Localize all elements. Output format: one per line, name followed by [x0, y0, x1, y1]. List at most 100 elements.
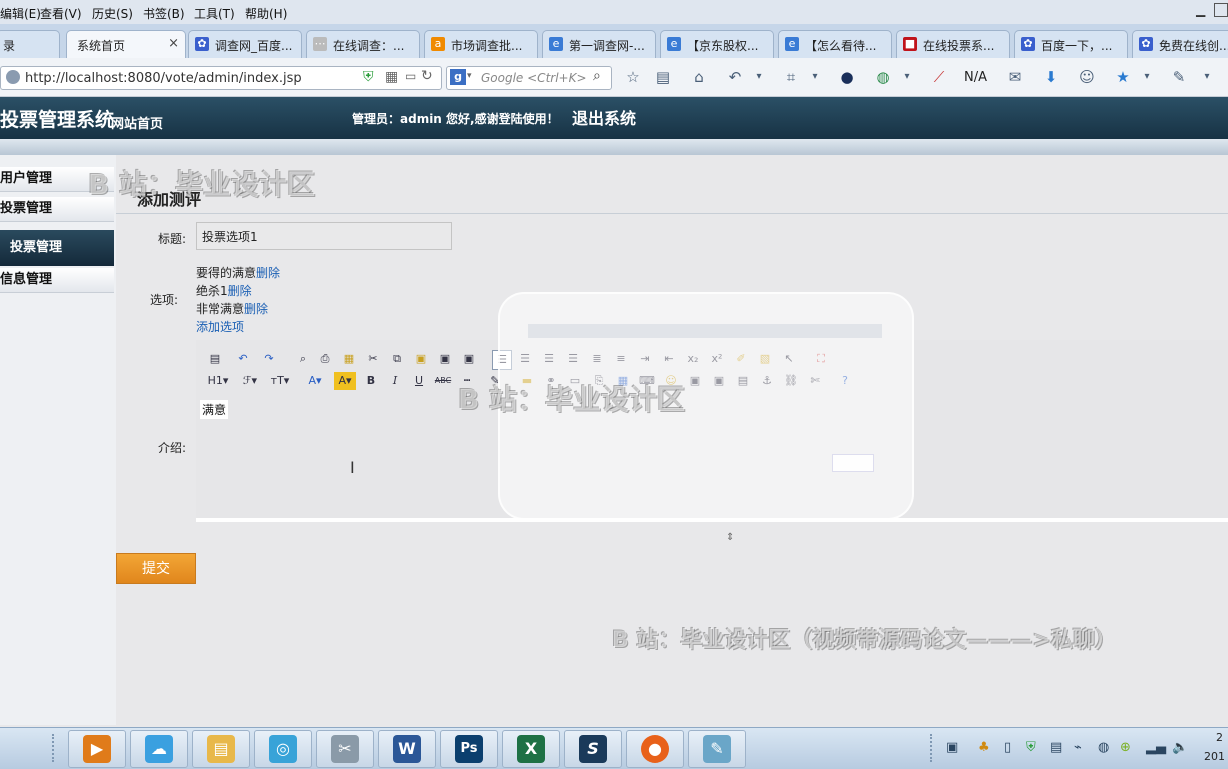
delete-option-link[interactable]: 删除: [228, 284, 252, 298]
chevron-down-icon[interactable]: ▾: [804, 67, 826, 87]
taskbar-photoshop[interactable]: Ps: [440, 730, 498, 768]
italic-icon[interactable]: I: [386, 372, 404, 390]
tab-4[interactable]: a 市场调查批...: [424, 30, 538, 58]
underline-icon[interactable]: U: [410, 372, 428, 390]
menu-history[interactable]: 历史(S): [92, 5, 133, 22]
menu-bookmarks[interactable]: 书签(B): [143, 5, 185, 22]
font-size-icon[interactable]: тT▾: [268, 372, 292, 390]
taskbar-firefox[interactable]: ●: [626, 730, 684, 768]
download-icon[interactable]: ⬇: [1040, 67, 1062, 87]
logout-link[interactable]: 退出系统: [572, 105, 636, 129]
strikethrough-icon[interactable]: ABC: [434, 372, 452, 390]
chevron-down-icon[interactable]: ▾: [896, 67, 918, 87]
font-family-icon[interactable]: ℱ▾: [238, 372, 262, 390]
clock-date[interactable]: 201: [1204, 750, 1225, 763]
font-color-icon[interactable]: A▾: [304, 372, 326, 390]
qr-code-icon[interactable]: ▦: [385, 69, 398, 85]
paste-icon[interactable]: ▣: [412, 350, 430, 368]
search-box[interactable]: g ▾ Google <Ctrl+K> ⌕: [446, 66, 612, 90]
delete-option-link[interactable]: 删除: [244, 302, 268, 316]
dialog-button[interactable]: [832, 454, 874, 472]
volume-icon[interactable]: 🔈: [1172, 740, 1188, 755]
bookmarks-list-icon[interactable]: ▤: [652, 67, 674, 87]
undo-icon[interactable]: ↶: [234, 350, 252, 368]
chat-icon[interactable]: ✉: [1004, 67, 1026, 87]
sidebar-item-info[interactable]: 信息管理: [0, 268, 114, 293]
undo-arrow-icon[interactable]: ↶: [724, 67, 746, 87]
tab-7[interactable]: e 【怎么看待...: [778, 30, 892, 58]
reader-icon[interactable]: ▭: [405, 69, 416, 83]
bookmark-star-icon[interactable]: ☆: [622, 67, 644, 87]
highlight-icon[interactable]: A▾: [334, 372, 356, 390]
security-shield-icon[interactable]: ⛨: [1026, 740, 1036, 755]
close-icon[interactable]: ×: [168, 36, 179, 51]
usb-icon[interactable]: ⌁: [1074, 740, 1082, 755]
qq-icon[interactable]: ♣: [978, 740, 990, 755]
heading-icon[interactable]: H1▾: [204, 372, 232, 390]
chevron-down-icon[interactable]: ▾: [1196, 67, 1218, 87]
submit-button[interactable]: 提交: [116, 553, 196, 584]
signal-icon[interactable]: ▂▄: [1146, 740, 1166, 755]
globe-icon[interactable]: ◍: [1098, 740, 1109, 755]
add-option-link[interactable]: 添加选项: [196, 318, 280, 336]
maximize-icon[interactable]: [1214, 3, 1228, 17]
search-icon[interactable]: ⌕: [593, 68, 601, 84]
copy-icon[interactable]: ⧉: [388, 350, 406, 368]
paste-text-icon[interactable]: ▣: [436, 350, 454, 368]
taskbar-notepad[interactable]: ✎: [688, 730, 746, 768]
home-icon[interactable]: ⌂: [688, 67, 710, 87]
tab-system-home[interactable]: 系统首页 ×: [66, 30, 186, 59]
url-bar[interactable]: http://localhost:8080/vote/admin/index.j…: [0, 66, 442, 90]
print-icon[interactable]: ⎙: [316, 350, 334, 368]
chevron-down-icon[interactable]: ▾: [467, 71, 472, 81]
print-preview-icon[interactable]: ⌕: [294, 350, 312, 368]
menu-help[interactable]: 帮助(H): [245, 5, 287, 22]
dark-globe-icon[interactable]: ●: [836, 67, 858, 87]
menu-tools[interactable]: 工具(T): [194, 5, 235, 22]
taskbar-app-s[interactable]: S: [564, 730, 622, 768]
rich-text-editor[interactable]: ▤ ↶ ↷ ⌕ ⎙ ▦ ✂ ⧉ ▣ ▣ ▣ ☰ ☰ ☰ ☰ ≣ ≡ ⇥ ⇤ x₂…: [196, 292, 1228, 543]
sidebar-subitem-votes[interactable]: 投票管理: [0, 230, 114, 266]
taskbar-media-player[interactable]: ▶: [68, 730, 126, 768]
tab-8[interactable]: ■ 在线投票系...: [896, 30, 1010, 58]
home-link[interactable]: 网站首页: [111, 113, 163, 132]
shield-icon[interactable]: ⛨: [363, 69, 374, 85]
bold-icon[interactable]: B: [362, 372, 380, 390]
taskbar-cloud[interactable]: ☁: [130, 730, 188, 768]
menu-edit[interactable]: 编辑(E): [0, 5, 41, 22]
stats-icon[interactable]: ⟋: [928, 67, 950, 87]
title-input[interactable]: 投票选项1: [196, 222, 452, 250]
chevron-down-icon[interactable]: ▾: [1136, 67, 1158, 87]
crop-icon[interactable]: ⌗: [780, 67, 802, 87]
tab-0[interactable]: 录: [0, 30, 60, 58]
device-icon[interactable]: ▯: [1004, 740, 1011, 755]
tab-3[interactable]: ⋯ 在线调查：...: [306, 30, 420, 58]
user-icon[interactable]: ☺: [1076, 67, 1098, 87]
taskbar-excel[interactable]: X: [502, 730, 560, 768]
minimize-icon[interactable]: ▁: [1196, 3, 1205, 17]
taskbar-word[interactable]: W: [378, 730, 436, 768]
tab-6[interactable]: e 【京东股权...: [660, 30, 774, 58]
resize-handle-icon[interactable]: ⇕: [726, 532, 734, 543]
editor-content[interactable]: 满意: [200, 400, 229, 419]
paste-word-icon[interactable]: ▣: [460, 350, 478, 368]
star-badge-icon[interactable]: ★: [1112, 67, 1134, 87]
taskbar-explorer[interactable]: ▤: [192, 730, 250, 768]
template-icon[interactable]: ▦: [340, 350, 358, 368]
network-monitor-icon[interactable]: ▣: [946, 740, 958, 755]
tab-5[interactable]: e 第一调查网-...: [542, 30, 656, 58]
menu-view[interactable]: 查看(V): [40, 5, 82, 22]
reload-icon[interactable]: ↻: [421, 68, 433, 84]
clock-time[interactable]: 2: [1216, 731, 1223, 744]
source-icon[interactable]: ▤: [206, 350, 224, 368]
taskbar-qq-browser[interactable]: ◎: [254, 730, 312, 768]
tab-10[interactable]: ✿ 免费在线创...: [1132, 30, 1228, 58]
taskbar-tools[interactable]: ✂: [316, 730, 374, 768]
redo-icon[interactable]: ↷: [260, 350, 278, 368]
cut-icon[interactable]: ✂: [364, 350, 382, 368]
tab-9[interactable]: ✿ 百度一下，...: [1014, 30, 1128, 58]
chevron-down-icon[interactable]: ▾: [748, 67, 770, 87]
add-icon[interactable]: ⊕: [1120, 740, 1131, 755]
tools-icon[interactable]: ✎: [1168, 67, 1190, 87]
tab-2[interactable]: ✿ 调查网_百度...: [188, 30, 302, 58]
